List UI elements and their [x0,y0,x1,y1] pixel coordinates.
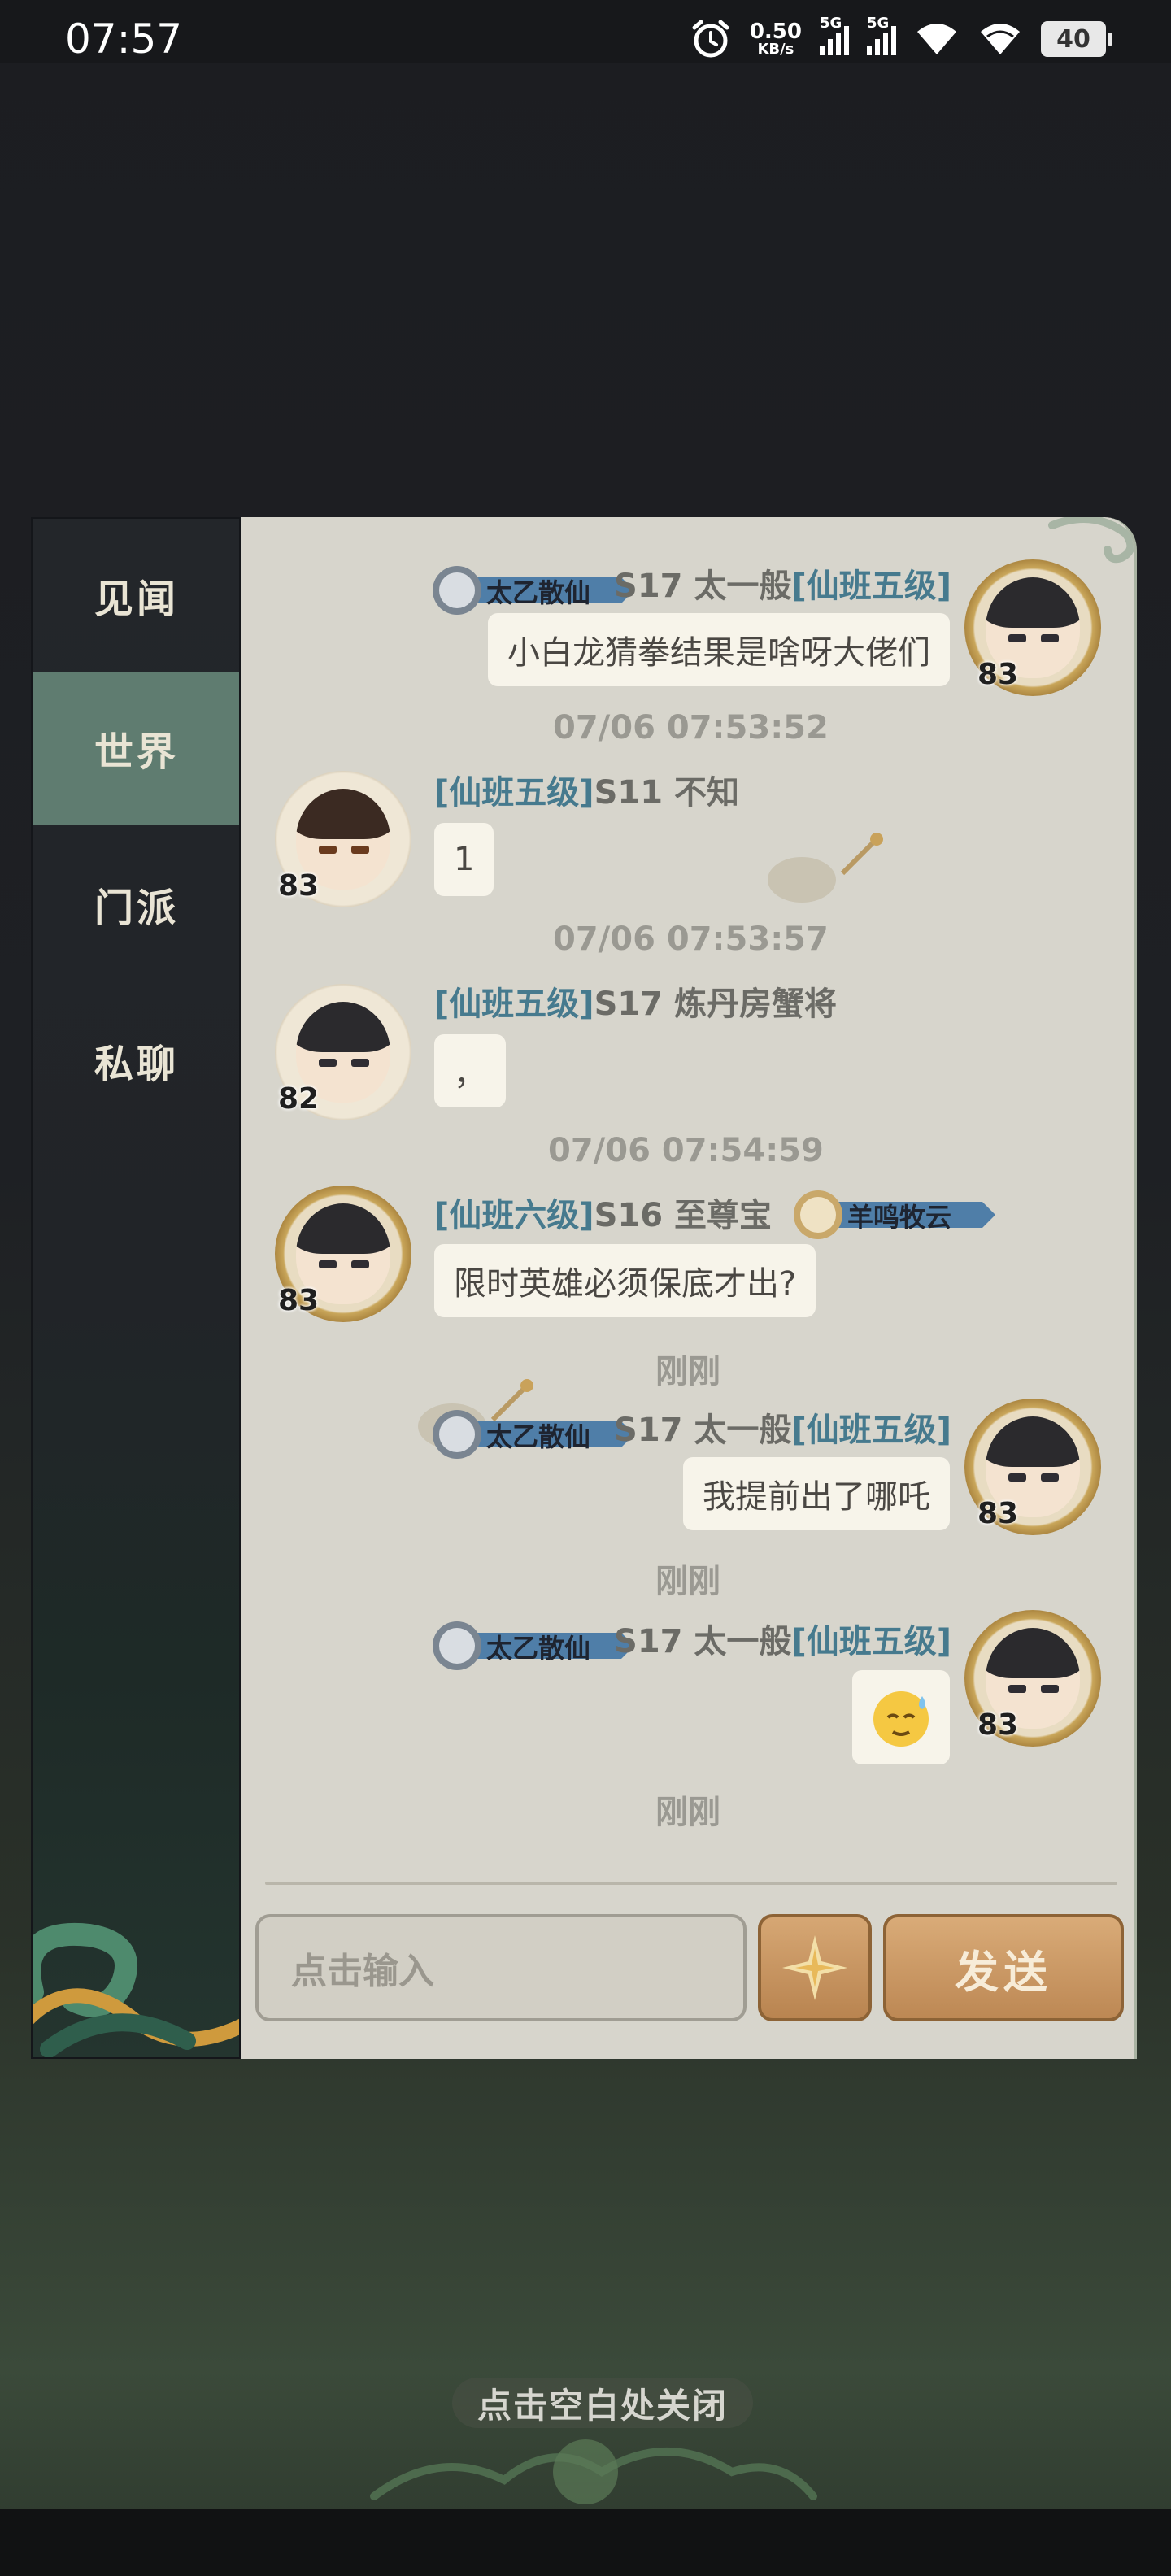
tab-world[interactable]: 世界 [33,672,239,825]
input-divider [265,1882,1117,1885]
message-list[interactable]: 太乙散仙 S17 太一般[仙班五级] 小白龙猜拳结果是啥呀大佬们 83 07/0… [241,517,1134,1859]
status-time: 07:57 [65,15,183,63]
cloud-swirl-decoration [33,1922,239,2057]
chat-panel: 见闻 世界 门派 私聊 太乙散仙 S17 太一般[仙班五级] 小白龙猜拳结果是啥… [31,517,1137,2059]
message-bubble[interactable]: 小白龙猜拳结果是啥呀大佬们 [488,613,950,686]
title-badge-text: 太乙散仙 [486,1421,591,1452]
status-icons: 0.50 KB/s 5G 5G 40 [690,15,1112,60]
sender-rank: [仙班五级] [434,986,594,1023]
message-bubble[interactable]: 限时英雄必须保底才出? [434,1244,816,1317]
sender-id: S16 至尊宝 [594,1197,772,1234]
sender-name: S17 太一般[仙班五级] [614,559,951,607]
cloud-decoration [370,2439,817,2504]
system-nav-bar [0,2509,1171,2576]
sender-id: S11 不知 [594,774,739,812]
avatar[interactable]: 82 [275,984,411,1120]
sender-id: S17 太一般 [614,1412,792,1449]
message-timestamp: 07/06 07:53:57 [553,920,829,958]
sender-rank: [仙班五级] [434,774,594,812]
network-rate-value: 0.50 [749,20,802,44]
sender-rank: [仙班五级] [791,568,951,605]
title-badge: 羊鸣牧云 [790,1186,995,1244]
message-bubble[interactable] [852,1670,950,1764]
sender-id: S17 太一般 [614,568,792,605]
message-bubble[interactable]: 我提前出了哪吒 [683,1457,950,1530]
emoji-button[interactable] [758,1914,872,2021]
sim1-network-type: 5G [820,15,842,32]
avatar-level: 83 [278,1284,320,1317]
sender-name: [仙班六级]S16 至尊宝 [434,1189,772,1236]
message-timestamp: 07/06 07:54:59 [548,1132,824,1169]
title-badge-text: 羊鸣牧云 [847,1202,952,1233]
avatar-level: 82 [278,1082,320,1116]
message-bubble[interactable]: ， [434,1034,506,1107]
sender-name: S17 太一般[仙班五级] [614,1403,951,1451]
title-badge-text: 太乙散仙 [486,577,591,608]
message-timestamp: 刚刚 [655,1794,720,1831]
signal-icon-sim2: 5G [867,15,896,55]
message-timestamp: 刚刚 [655,1563,720,1600]
message-bubble[interactable]: 1 [434,823,494,896]
avatar[interactable]: 83 [964,559,1101,696]
signal-icon-sim1: 5G [820,15,849,55]
send-button[interactable]: 发送 [883,1914,1124,2021]
chat-area: 太乙散仙 S17 太一般[仙班五级] 小白龙猜拳结果是啥呀大佬们 83 07/0… [241,517,1137,2059]
sweat-smile-emoji [873,1691,929,1747]
message-timestamp: 刚刚 [655,1353,720,1390]
sender-rank: [仙班五级] [791,1623,951,1660]
close-hint[interactable]: 点击空白处关闭 [452,2378,753,2428]
network-rate: 0.50 KB/s [750,21,802,57]
channel-tab-rail: 见闻 世界 门派 私聊 [31,517,241,2059]
tab-jianwen[interactable]: 见闻 [33,519,239,672]
alarm-icon [692,20,729,58]
avatar[interactable]: 83 [964,1399,1101,1535]
tab-private-chat[interactable]: 私聊 [33,984,239,1137]
battery-icon: 40 [1041,21,1112,57]
sender-rank: [仙班五级] [791,1412,951,1449]
network-rate-unit: KB/s [757,41,794,58]
sender-name: [仙班五级]S11 不知 [434,766,739,813]
wifi-plus-icon [917,24,958,54]
sender-id: S17 炼丹房蟹将 [594,986,837,1023]
sender-rank: [仙班六级] [434,1197,594,1234]
status-bar: 07:57 0.50 KB/s 5G 5G 40 [0,0,1171,63]
sender-name: S17 太一般[仙班五级] [614,1615,951,1662]
title-badge-text: 太乙散仙 [486,1633,591,1664]
title-badge: 太乙散仙 [429,1617,634,1675]
flower-icon [782,1935,847,2000]
avatar[interactable]: 83 [964,1610,1101,1747]
sender-id: S17 太一般 [614,1623,792,1660]
sim2-network-type: 5G [867,15,890,32]
avatar-level: 83 [278,869,320,903]
title-badge: 太乙散仙 [429,1405,634,1464]
tea-cup-decoration [768,833,883,903]
title-badge: 太乙散仙 [429,561,634,620]
avatar-level: 83 [977,658,1019,691]
sender-name: [仙班五级]S17 炼丹房蟹将 [434,977,837,1025]
avatar[interactable]: 83 [275,1186,411,1322]
wifi-icon [981,24,1020,54]
tab-sect[interactable]: 门派 [33,828,239,981]
avatar-level: 83 [977,1497,1019,1530]
chat-input[interactable]: 点击输入 [255,1914,747,2021]
message-timestamp: 07/06 07:53:52 [553,709,829,746]
avatar-level: 83 [977,1708,1019,1742]
avatar[interactable]: 83 [275,771,411,907]
